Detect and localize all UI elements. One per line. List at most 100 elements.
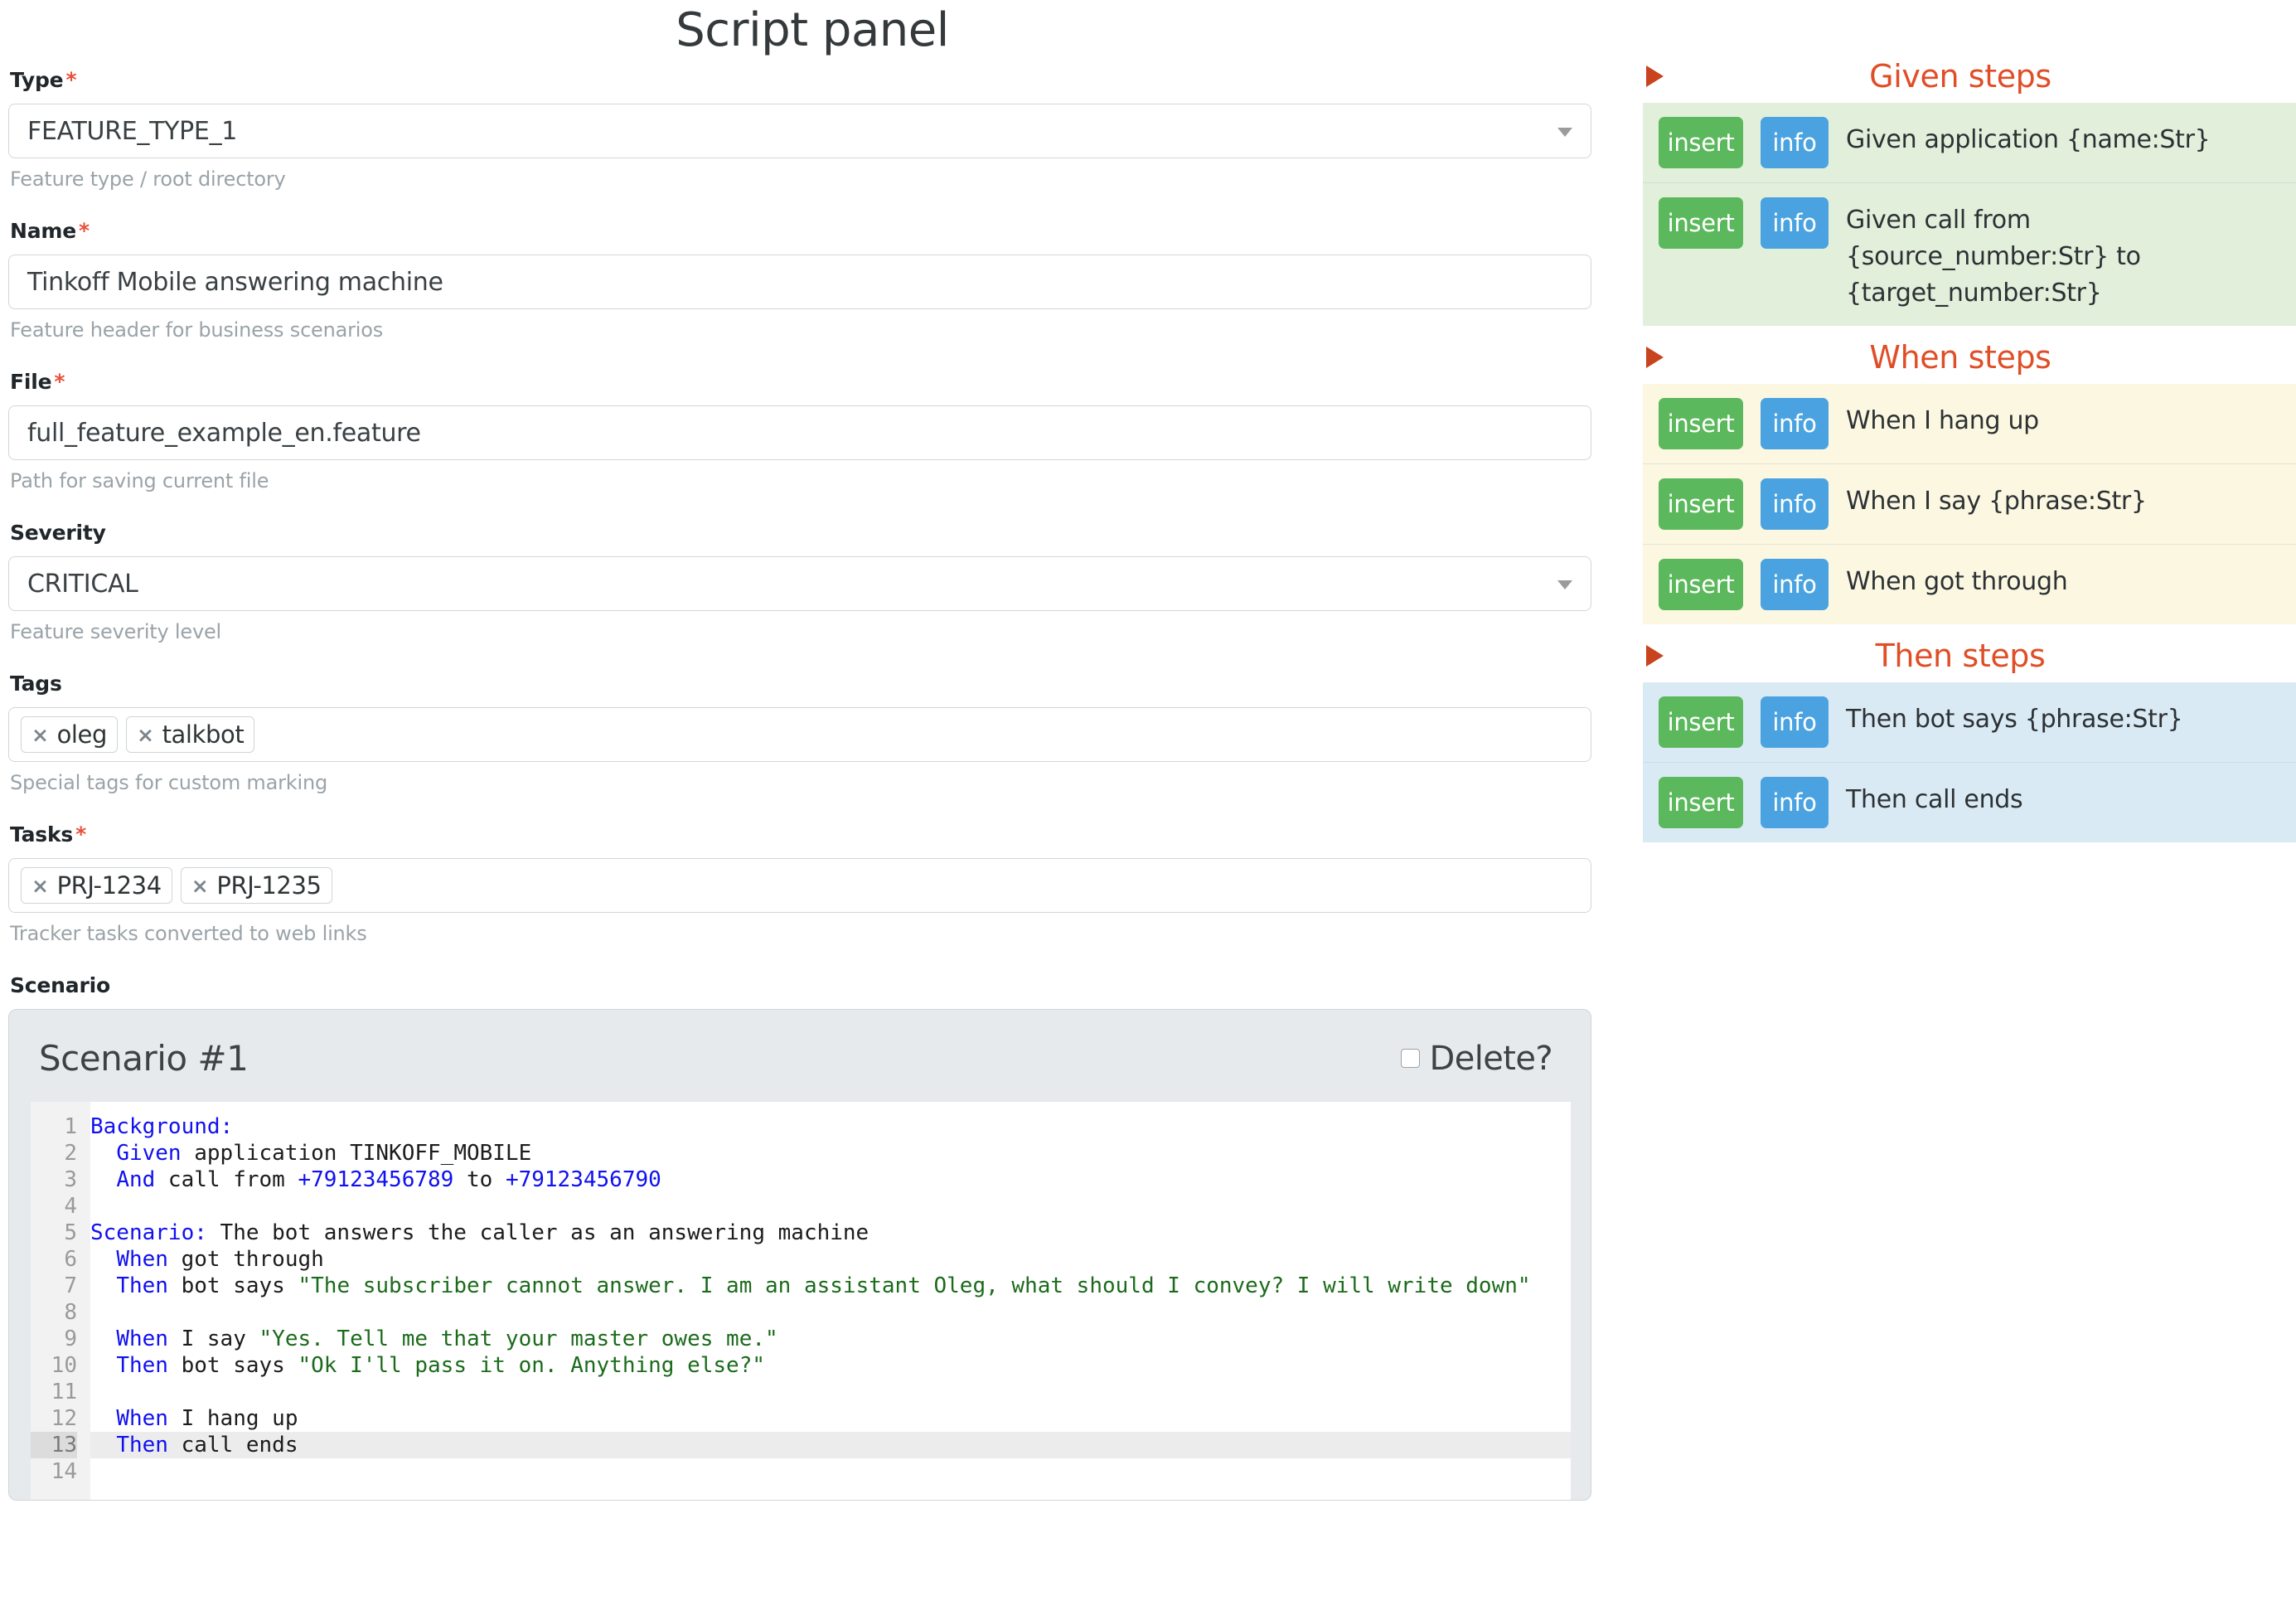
line-number-gutter: 1234567891011121314	[31, 1102, 90, 1500]
triangle-right-icon[interactable]	[1646, 347, 1664, 368]
steps-header-when[interactable]: When steps	[1625, 331, 2296, 384]
label-scenario: Scenario	[10, 973, 1591, 997]
code-token-kw: When	[116, 1406, 168, 1431]
code-token-plain	[90, 1353, 116, 1378]
steps-header-label: Then steps	[1876, 638, 2046, 674]
code-line[interactable]: When I say "Yes. Tell me that your maste…	[90, 1326, 1571, 1352]
line-number: 10	[31, 1352, 77, 1379]
help-tags: Special tags for custom marking	[10, 771, 1591, 794]
code-token-kw: Then	[116, 1353, 168, 1378]
step-info-button[interactable]: info	[1761, 559, 1829, 610]
task-chip[interactable]: × PRJ-1235	[181, 867, 332, 904]
step-row: insertinfoWhen I say {phrase:Str}	[1643, 463, 2296, 544]
required-marker: *	[75, 822, 86, 846]
insert-step-button[interactable]: insert	[1659, 117, 1743, 168]
code-line[interactable]	[90, 1193, 1571, 1220]
gherkin-code-editor[interactable]: 1234567891011121314 Background: Given ap…	[31, 1102, 1571, 1500]
code-line[interactable]: Then bot says "The subscriber cannot ans…	[90, 1273, 1571, 1299]
line-number: 7	[31, 1273, 77, 1299]
code-line[interactable]: Given application TINKOFF_MOBILE	[90, 1140, 1571, 1166]
tag-chip[interactable]: × oleg	[21, 716, 118, 753]
step-info-button[interactable]: info	[1761, 398, 1829, 449]
steps-block-given: Given stepsinsertinfoGiven application {…	[1625, 50, 2296, 326]
script-panel-page: Script panel Type* FEATURE_TYPE_1 Featur…	[0, 0, 2296, 1620]
code-line[interactable]: Then bot says "Ok I'll pass it on. Anyth…	[90, 1352, 1571, 1379]
step-info-button[interactable]: info	[1761, 478, 1829, 530]
code-content[interactable]: Background: Given application TINKOFF_MO…	[90, 1102, 1571, 1500]
delete-scenario-toggle[interactable]: Delete?	[1401, 1040, 1552, 1078]
code-line[interactable]: Background:	[90, 1113, 1571, 1140]
code-token-plain: The bot answers the caller as an answeri…	[207, 1220, 869, 1245]
step-info-button[interactable]: info	[1761, 197, 1829, 249]
code-line[interactable]	[90, 1299, 1571, 1326]
code-token-plain: call from	[155, 1167, 298, 1192]
step-info-button[interactable]: info	[1761, 696, 1829, 748]
remove-chip-icon[interactable]: ×	[137, 725, 154, 745]
help-tasks: Tracker tasks converted to web links	[10, 922, 1591, 945]
field-group-tags: Tags ×oleg×talkbot Special tags for cust…	[8, 672, 1591, 794]
code-line[interactable]: And call from +79123456789 to +791234567…	[90, 1166, 1571, 1193]
scenario-header: Scenario #1 Delete?	[31, 1031, 1569, 1102]
step-info-button[interactable]: info	[1761, 117, 1829, 168]
help-type: Feature type / root directory	[10, 167, 1591, 191]
line-number: 9	[31, 1326, 77, 1352]
code-line[interactable]	[90, 1458, 1571, 1485]
line-number: 5	[31, 1220, 77, 1246]
step-info-button[interactable]: info	[1761, 777, 1829, 828]
task-chip[interactable]: ×PRJ-1234	[21, 867, 172, 904]
code-token-plain: I say	[168, 1327, 259, 1351]
line-number: 4	[31, 1193, 77, 1220]
triangle-right-icon[interactable]	[1646, 645, 1664, 667]
tag-chip[interactable]: ×talkbot	[126, 716, 254, 753]
step-row: insert info Then call ends	[1643, 762, 2296, 842]
insert-step-button[interactable]: insert	[1659, 777, 1743, 828]
insert-step-button[interactable]: insert	[1659, 398, 1743, 449]
steps-header-given[interactable]: Given steps	[1625, 50, 2296, 103]
severity-select-value: CRITICAL	[27, 570, 138, 599]
step-row: insertinfoThen bot says {phrase:Str}	[1643, 682, 2296, 762]
steps-header-label: Given steps	[1869, 58, 2051, 95]
type-select[interactable]: FEATURE_TYPE_1	[8, 104, 1591, 158]
insert-step-button[interactable]: insert	[1659, 478, 1743, 530]
scenario-title: Scenario #1	[39, 1038, 248, 1079]
tasks-input[interactable]: ×PRJ-1234×PRJ-1235	[8, 858, 1591, 913]
step-text: Then call ends	[1846, 777, 2022, 818]
tag-chip-label: oleg	[57, 723, 107, 747]
code-token-plain	[90, 1141, 116, 1166]
steps-block-then: Then stepsinsertinfoThen bot says {phras…	[1625, 629, 2296, 842]
code-line[interactable]: Then call ends	[90, 1432, 1571, 1458]
code-token-plain	[90, 1327, 116, 1351]
remove-chip-icon[interactable]: ×	[191, 875, 209, 896]
step-row: insertinfoGiven application {name:Str}	[1643, 103, 2296, 182]
code-line[interactable]: Scenario: The bot answers the caller as …	[90, 1220, 1571, 1246]
code-token-plain	[90, 1247, 116, 1272]
delete-checkbox[interactable]	[1401, 1049, 1420, 1068]
insert-step-button[interactable]: insert	[1659, 559, 1743, 610]
tags-input[interactable]: × oleg ×talkbot	[8, 707, 1591, 762]
remove-chip-icon[interactable]: ×	[31, 725, 49, 745]
code-token-plain: application TINKOFF_MOBILE	[182, 1141, 532, 1166]
remove-chip-icon[interactable]: ×	[31, 875, 49, 896]
task-chip-label: PRJ-1235	[216, 874, 321, 898]
code-token-plain	[90, 1406, 116, 1431]
file-input-value: full_feature_example_en.feature	[27, 419, 421, 448]
severity-select[interactable]: CRITICAL	[8, 556, 1591, 611]
code-line[interactable]	[90, 1379, 1571, 1405]
code-token-plain	[90, 1167, 116, 1192]
field-group-file: File* full_feature_example_en.feature Pa…	[8, 370, 1591, 492]
triangle-right-icon[interactable]	[1646, 65, 1664, 87]
steps-header-then[interactable]: Then steps	[1625, 629, 2296, 682]
insert-step-button[interactable]: insert	[1659, 696, 1743, 748]
name-input[interactable]: Tinkoff Mobile answering machine	[8, 255, 1591, 309]
code-token-num: +79123456789	[298, 1167, 453, 1192]
code-line[interactable]: When got through	[90, 1246, 1571, 1273]
file-input[interactable]: full_feature_example_en.feature	[8, 405, 1591, 460]
insert-step-button[interactable]: insert	[1659, 197, 1743, 249]
type-select-value: FEATURE_TYPE_1	[27, 117, 237, 146]
steps-block-when: When steps insert info When I hang up insert…	[1625, 331, 2296, 624]
line-number: 6	[31, 1246, 77, 1273]
line-number: 13	[31, 1432, 77, 1458]
step-text: When I hang up	[1846, 398, 2039, 439]
code-line[interactable]: When I hang up	[90, 1405, 1571, 1432]
code-token-str: "The subscriber cannot answer. I am an a…	[298, 1273, 1530, 1298]
